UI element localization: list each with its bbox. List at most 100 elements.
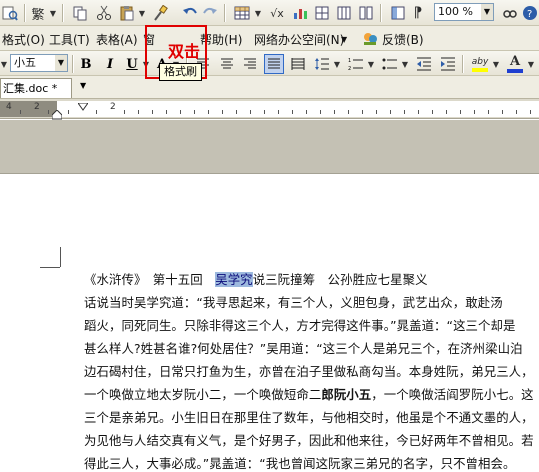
page-gap: [0, 120, 539, 174]
underline-label: U: [126, 56, 138, 72]
line-spacing-dropdown[interactable]: ▼: [333, 54, 341, 74]
formatting-toolbar: ▼ 小五 ▼ B I U ▼ A ▼ ▼ 12 ▼ ▼ aby ▼: [0, 51, 539, 76]
toolbar-separator: [380, 4, 381, 22]
bold-text-run: 郎阮小五: [321, 387, 372, 402]
find-icon[interactable]: [500, 3, 520, 23]
ruler-number: 2: [110, 102, 116, 112]
redo-icon[interactable]: [200, 3, 220, 23]
svg-text:1: 1: [348, 58, 351, 64]
double-click-annotation: 双击: [168, 42, 201, 61]
chapter-title: 说三阮撞筹 公孙胜应七星聚义: [252, 272, 428, 287]
traditional-dropdown[interactable]: ▼: [48, 3, 58, 23]
show-formatting-icon[interactable]: ⁋: [410, 3, 426, 23]
paragraph-line: 三个是亲弟兄。小生旧日在那里住了数年，与他相交时，他虽是个不通文墨的人，: [84, 410, 534, 425]
menu-table[interactable]: 表格(A): [96, 31, 138, 48]
style-dropdown[interactable]: ▼: [0, 54, 8, 74]
chart-icon[interactable]: [290, 3, 310, 23]
toolbar-separator: [62, 4, 63, 22]
paragraph-line: 为见他与人结交真有义气，是个好男子，因此和他来往，今已好两年不曾相见。若: [84, 433, 534, 448]
highlight-dropdown[interactable]: ▼: [492, 54, 500, 74]
font-color-button[interactable]: A: [506, 54, 524, 74]
numbering-dropdown[interactable]: ▼: [367, 54, 375, 74]
justify-icon[interactable]: [264, 54, 284, 74]
font-size-combo[interactable]: 小五 ▼: [10, 54, 68, 72]
font-size-value: 小五: [14, 56, 36, 69]
standard-toolbar: 繁 ▼ ▼ ▼ √x ⁋ 100 % ▼ ?: [0, 0, 539, 26]
line-spacing-icon[interactable]: [312, 54, 332, 74]
help-icon[interactable]: ?: [520, 3, 539, 23]
first-line-indent-marker[interactable]: [77, 100, 89, 114]
paragraph-line: 边石碣村住，日常只打鱼为生，亦曾在泊子里做私商勾当。本身姓阮，弟兄三人，: [84, 364, 534, 379]
copy-icon[interactable]: [70, 3, 90, 23]
text-boundary-corner: [60, 247, 61, 267]
document-tab-bar: 汇集.doc * ▼: [0, 76, 539, 99]
paste-dropdown[interactable]: ▼: [138, 3, 146, 23]
draw-table-icon[interactable]: [312, 3, 332, 23]
undo-icon[interactable]: [180, 3, 200, 23]
equation-icon[interactable]: √x: [266, 3, 288, 23]
document-map-icon[interactable]: [388, 3, 408, 23]
highlight-color-swatch: [472, 67, 488, 72]
text-run: ，一个唤做活阎罗阮小七。这: [371, 387, 534, 402]
paragraph-line: 《水浒传》 第十五回 吴学究说三阮撞筹 公孙胜应七星聚义: [84, 270, 428, 288]
svg-text:?: ?: [527, 9, 532, 20]
font-color-dropdown[interactable]: ▼: [527, 54, 535, 74]
paste-icon[interactable]: [117, 3, 137, 23]
table-dropdown[interactable]: ▼: [254, 3, 262, 23]
print-preview-icon[interactable]: [0, 3, 20, 23]
align-center-icon[interactable]: [217, 54, 237, 74]
zoom-combo[interactable]: 100 % ▼: [434, 3, 494, 21]
font-size-dropdown-arrow[interactable]: ▼: [55, 55, 67, 71]
chapter-heading: 《水浒传》 第十五回: [84, 272, 216, 287]
numbering-icon[interactable]: 12: [346, 54, 366, 74]
align-right-icon[interactable]: [240, 54, 260, 74]
italic-button[interactable]: I: [102, 54, 118, 74]
italic-label: I: [106, 56, 114, 72]
traditional-chinese-button[interactable]: 繁: [30, 3, 46, 23]
decrease-indent-icon[interactable]: [414, 54, 434, 74]
increase-indent-icon[interactable]: [438, 54, 458, 74]
paragraph-line: 话说当时吴学究道：“我寻思起来，有三个人，义胆包身，武艺出众，敢赴汤: [84, 295, 503, 310]
text-run: 一个唤做立地太岁阮小二，一个唤做短命二: [84, 387, 322, 402]
tab-list-dropdown[interactable]: ▼: [80, 81, 86, 90]
bullets-dropdown[interactable]: ▼: [401, 54, 409, 74]
text-boundary-corner: [40, 267, 60, 268]
toolbar-separator: [462, 55, 463, 73]
distributed-align-icon[interactable]: [288, 54, 308, 74]
underline-button[interactable]: U: [124, 54, 140, 74]
document-tab[interactable]: 汇集.doc *: [0, 78, 72, 98]
columns-icon[interactable]: [356, 3, 376, 23]
horizontal-ruler: 4 2 2: [0, 99, 539, 120]
table-icon[interactable]: [232, 3, 252, 23]
ruler-number: 4: [6, 102, 12, 112]
zoom-dropdown-arrow[interactable]: ▼: [481, 4, 493, 20]
menu-format[interactable]: 格式(O): [2, 31, 45, 48]
ruler-number: 2: [34, 102, 40, 112]
network-office-dropdown[interactable]: ▼: [341, 35, 347, 44]
selected-text[interactable]: 吴学究: [215, 272, 253, 287]
toolbar-separator: [24, 4, 25, 22]
paragraph-line: 一个唤做立地太岁阮小二，一个唤做短命二郎阮小五，一个唤做活阎罗阮小七。这: [84, 385, 534, 403]
svg-text:2: 2: [348, 66, 351, 71]
document-page[interactable]: 《水浒传》 第十五回 吴学究说三阮撞筹 公孙胜应七星聚义 话说当时吴学究道：“我…: [0, 175, 539, 471]
format-painter-tooltip: 格式刷: [159, 63, 202, 81]
menu-network-office[interactable]: 网络办公空间(N): [254, 31, 344, 48]
highlight-label: aby: [471, 56, 489, 67]
menu-feedback[interactable]: 反馈(B): [382, 31, 424, 48]
paragraph-line: 得此三人，大事必成。”晁盖道：“我也曾闻这阮家三弟兄的名字，只不曾相会。: [84, 456, 516, 471]
insert-columns-icon[interactable]: [334, 3, 354, 23]
paragraph-line: 蹈火，同死同生。只除非得这三个人，方才完得这件事。”晁盖道：“这三个却是: [84, 318, 516, 333]
cut-icon[interactable]: [94, 3, 114, 23]
paragraph-line: 甚么样人?姓甚名谁?何处居住？”吴用道：“这三个人是弟兄三个，在济州梁山泊: [84, 341, 523, 356]
bullets-icon[interactable]: [380, 54, 400, 74]
toolbar-separator: [224, 4, 225, 22]
menu-tools[interactable]: 工具(T): [49, 31, 90, 48]
traditional-chinese-label: 繁: [31, 7, 45, 23]
highlight-button[interactable]: aby: [470, 54, 490, 74]
format-painter-icon[interactable]: [150, 3, 170, 23]
menu-bar: 格式(O) 工具(T) 表格(A) 窗 帮助(H) 网络办公空间(N) ▼ 反馈…: [0, 26, 539, 51]
document-tab-label: 汇集.doc *: [3, 82, 58, 95]
bold-button[interactable]: B: [78, 54, 94, 74]
bold-label: B: [80, 56, 92, 72]
toolbar-separator: [72, 55, 73, 73]
